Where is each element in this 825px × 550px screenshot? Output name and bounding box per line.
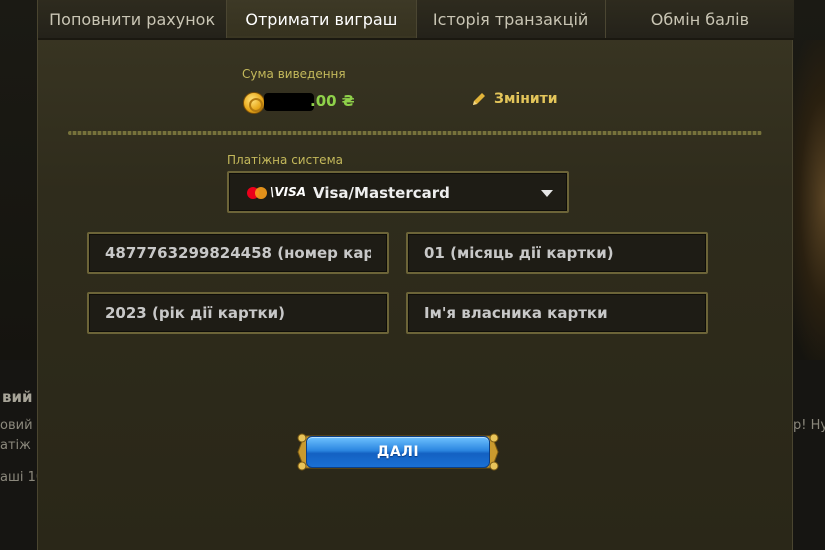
tab-bar: Поповнити рахунок Отримати виграш Історі… (38, 0, 794, 40)
edit-amount-label: Змінити (494, 91, 558, 107)
payment-system-label: Платіжна система (227, 153, 343, 167)
withdrawal-sum-label: Сума виведення (242, 67, 346, 81)
card-month-input[interactable] (408, 234, 706, 272)
card-number-input[interactable] (89, 234, 387, 272)
card-holder-input[interactable] (408, 294, 706, 332)
tab-points-exchange[interactable]: Обмін балів (605, 0, 794, 38)
screen: вий овий атіж аші 10 р! Ну Поповнити рах… (0, 0, 825, 550)
tab-deposit[interactable]: Поповнити рахунок (38, 0, 228, 38)
background-text-fragment: овий (0, 418, 33, 433)
pencil-icon (473, 93, 485, 105)
coin-icon (243, 92, 265, 114)
card-number-field (87, 232, 389, 274)
next-button-body: ДАЛІ (306, 436, 490, 468)
card-year-input[interactable] (89, 294, 387, 332)
background-text-fragment: р! Ну (793, 418, 825, 433)
visa-logo: \VISA (270, 185, 307, 199)
card-year-field (87, 292, 389, 334)
section-divider (68, 131, 762, 135)
withdraw-modal: Поповнити рахунок Отримати виграш Історі… (37, 0, 794, 550)
payment-system-value: Visa/Mastercard (313, 184, 450, 202)
mastercard-icon (247, 187, 267, 199)
next-button-label: ДАЛІ (376, 444, 420, 460)
next-button[interactable]: ДАЛІ (296, 430, 500, 474)
background-heading-fragment: вий (2, 388, 33, 406)
background-text-fragment: атіж (0, 438, 31, 453)
payment-system-select[interactable]: \VISA Visa/Mastercard (227, 171, 569, 213)
card-holder-field (406, 292, 708, 334)
redacted-amount (264, 93, 314, 111)
card-month-field (406, 232, 708, 274)
tab-withdraw[interactable]: Отримати виграш (227, 0, 417, 38)
withdrawal-amount: .00 ₴ (310, 92, 355, 110)
edit-amount-button[interactable]: Змінити (470, 90, 558, 108)
tab-transaction-history[interactable]: Історія транзакцій (416, 0, 606, 38)
chevron-down-icon (541, 190, 553, 197)
